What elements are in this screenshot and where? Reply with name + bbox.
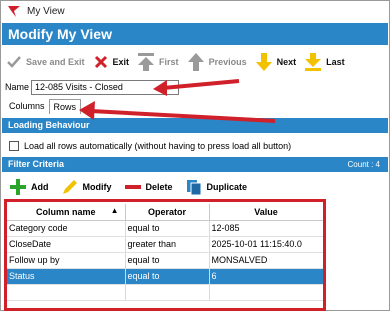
page-title: Modify My View [2,23,388,45]
load-all-rows-checkbox[interactable] [9,141,19,151]
annotation-highlight-box [4,199,326,311]
last-button[interactable]: Last [300,49,349,75]
filter-criteria-header: Filter Criteria Count : 4 [2,157,388,172]
exit-button[interactable]: Exit [89,49,134,75]
next-button[interactable]: Next [251,49,301,75]
save-and-exit-button[interactable]: Save and Exit [2,49,89,75]
title-bar: My View [1,1,389,21]
tab-bar: Columns Rows [5,98,82,114]
minus-icon [124,185,141,189]
add-button[interactable]: Add [9,178,49,196]
copy-icon [186,180,202,196]
arrow-up-icon [187,53,204,71]
plus-icon [10,179,26,195]
previous-button[interactable]: Previous [183,49,251,75]
my-view-window: My View Modify My View Save and Exit Exi… [0,0,390,311]
delete-button[interactable]: Delete [124,178,173,196]
modify-button[interactable]: Modify [61,178,112,196]
checkmark-icon [7,56,21,68]
arrow-first-icon [138,53,155,71]
toolbar: Save and Exit Exit First Previous Next L… [2,47,388,77]
filter-count: Count : 4 [347,160,380,169]
arrow-down-icon [255,53,272,71]
load-all-rows-option[interactable]: Load all rows automatically (without hav… [9,139,291,153]
first-button[interactable]: First [133,49,183,75]
filter-toolbar: Add Modify Delete Duplicate [9,175,259,199]
arrow-last-icon [305,53,322,71]
tab-columns[interactable]: Columns [5,99,49,114]
name-label: Name [5,82,30,92]
app-logo-icon [8,6,20,17]
load-all-rows-label: Load all rows automatically (without hav… [24,141,292,151]
duplicate-button[interactable]: Duplicate [185,178,247,196]
filter-criteria-title: Filter Criteria [8,159,65,169]
close-icon [94,55,107,69]
window-title: My View [27,5,65,17]
pencil-icon [62,180,77,194]
annotation-arrow-rows-tab [79,101,276,123]
